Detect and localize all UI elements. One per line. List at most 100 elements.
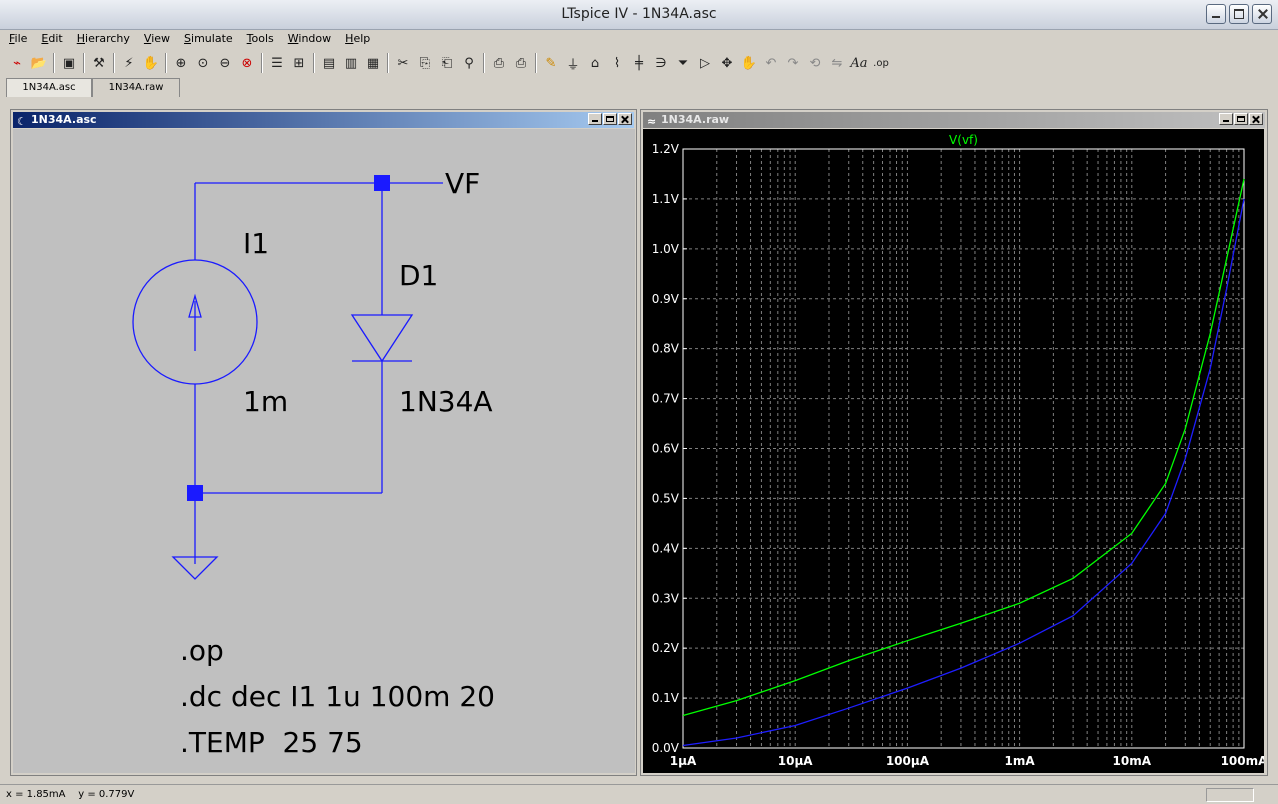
- document-tabs: 1N34A.asc 1N34A.raw: [6, 78, 180, 98]
- schematic-close-button[interactable]: [618, 113, 632, 125]
- tab-waveform[interactable]: 1N34A.raw: [92, 78, 180, 97]
- mirror-icon[interactable]: ⇋: [826, 52, 848, 74]
- menu-help[interactable]: Help: [336, 30, 375, 48]
- text-icon[interactable]: Aa: [848, 52, 870, 74]
- spice-directive-icon[interactable]: .op: [870, 52, 892, 74]
- schematic-maximize-button[interactable]: [603, 113, 617, 125]
- tile-horizontal-icon[interactable]: ▤: [318, 52, 340, 74]
- menu-window[interactable]: Window: [279, 30, 336, 48]
- y-tick-label: 0.3V: [652, 591, 680, 605]
- toolbar: ⌁ 📂 ▣ ⚒ ⚡ ✋ ⊕ ⊙ ⊖ ⊗ ☰ ⊞ ▤ ▥ ▦ ✂ ⎘ ⎗ ⚲ ⎙ …: [6, 50, 892, 76]
- y-tick-label: 0.1V: [652, 691, 680, 705]
- schematic-icon: ☾: [17, 115, 27, 128]
- zoom-in-icon[interactable]: ⊕: [170, 52, 192, 74]
- schematic-canvas[interactable]: VF I1 1m D1 1N34A .op .dc dec I1 1u 100m…: [13, 129, 635, 773]
- move-icon[interactable]: ✥: [716, 52, 738, 74]
- x-tick-label: 10µA: [778, 754, 814, 768]
- menu-tools[interactable]: Tools: [238, 30, 279, 48]
- junction-top: [374, 175, 390, 191]
- trace-label: V(vf): [949, 133, 978, 147]
- pan-icon[interactable]: ⊙: [192, 52, 214, 74]
- x-tick-label: 1µA: [670, 754, 697, 768]
- x-tick-label: 10mA: [1113, 754, 1152, 768]
- source-name-label[interactable]: I1: [243, 227, 269, 260]
- directive-op[interactable]: .op: [180, 634, 224, 667]
- diode-symbol: [350, 314, 414, 363]
- schematic-minimize-button[interactable]: [588, 113, 602, 125]
- window-title: LTspice IV - 1N34A.asc: [561, 6, 717, 22]
- inductor-icon[interactable]: ∋: [650, 52, 672, 74]
- draw-wire-icon[interactable]: ✎: [540, 52, 562, 74]
- control-panel-icon[interactable]: ⚒: [88, 52, 110, 74]
- net-label-vf[interactable]: VF: [445, 167, 480, 200]
- y-tick-label: 1.2V: [652, 142, 680, 156]
- component-icon[interactable]: ▷: [694, 52, 716, 74]
- menu-simulate[interactable]: Simulate: [175, 30, 238, 48]
- waveform-plot-area[interactable]: 0.0V 0.1V 0.2V 0.3V 0.4V 0.5V 0.6V 0.7V 0.8V 0.9V…: [643, 129, 1268, 773]
- waveform-close-button[interactable]: [1249, 113, 1263, 125]
- trace-line-1: [682, 198, 1245, 747]
- minimize-button[interactable]: [1206, 4, 1226, 24]
- rotate-icon[interactable]: ⟲: [804, 52, 826, 74]
- y-tick-label: 0.4V: [652, 541, 680, 555]
- diode-icon[interactable]: ⏷: [672, 52, 694, 74]
- waveform-icon: ≈: [647, 115, 657, 128]
- waveform-chart: 0.0V 0.1V 0.2V 0.3V 0.4V 0.5V 0.6V 0.7V 0.8V 0.9V…: [652, 133, 1268, 768]
- schematic-window: ☾ 1N34A.asc VF I1 1m D1 1N34A .op .dc de…: [10, 109, 637, 776]
- diode-name-label[interactable]: D1: [399, 259, 438, 292]
- waveform-window: ≈ 1N34A.raw 0.0V 0.1V 0.2V 0.3V 0.4V 0.5V 0.6V…: [640, 109, 1268, 776]
- maximize-button[interactable]: [1229, 4, 1249, 24]
- run-icon[interactable]: ⚡: [118, 52, 140, 74]
- y-tick-label: 1.1V: [652, 192, 680, 206]
- status-field: [1206, 788, 1254, 802]
- print-icon[interactable]: ⎙: [510, 52, 532, 74]
- copy-icon[interactable]: ⎘: [414, 52, 436, 74]
- redo-icon[interactable]: ↷: [782, 52, 804, 74]
- cut-icon[interactable]: ✂: [392, 52, 414, 74]
- diode-model-label[interactable]: 1N34A: [399, 385, 493, 418]
- zoom-out-icon[interactable]: ⊖: [214, 52, 236, 74]
- trace-line-0: [682, 178, 1245, 717]
- resistor-icon[interactable]: ⌇: [606, 52, 628, 74]
- grid-icon[interactable]: ⊞: [288, 52, 310, 74]
- y-tick-label: 0.0V: [652, 741, 680, 755]
- y-tick-label: 0.8V: [652, 342, 680, 356]
- status-bar: x = 1.85mA y = 0.779V: [0, 784, 1278, 804]
- tab-schematic[interactable]: 1N34A.asc: [6, 78, 92, 97]
- waveform-minimize-button[interactable]: [1219, 113, 1233, 125]
- menu-file[interactable]: File: [0, 30, 32, 48]
- directive-dc[interactable]: .dc dec I1 1u 100m 20: [180, 680, 495, 713]
- source-value-label[interactable]: 1m: [243, 385, 288, 418]
- find-icon[interactable]: ⚲: [458, 52, 480, 74]
- menu-edit[interactable]: Edit: [32, 30, 67, 48]
- cascade-icon[interactable]: ▥: [340, 52, 362, 74]
- title-bar: LTspice IV - 1N34A.asc: [0, 0, 1278, 30]
- undo-icon[interactable]: ↶: [760, 52, 782, 74]
- open-icon[interactable]: 📂: [28, 52, 50, 74]
- halt-icon[interactable]: ✋: [140, 52, 162, 74]
- junction-bottom: [187, 485, 203, 501]
- tile-vertical-icon[interactable]: ▦: [362, 52, 384, 74]
- x-tick-label: 1mA: [1005, 754, 1036, 768]
- schematic-title-bar: ☾ 1N34A.asc: [13, 112, 634, 128]
- waveform-maximize-button[interactable]: [1234, 113, 1248, 125]
- x-tick-label: 100mA: [1221, 754, 1264, 768]
- zoom-fit-icon[interactable]: ⊗: [236, 52, 258, 74]
- autorange-icon[interactable]: ☰: [266, 52, 288, 74]
- directive-temp[interactable]: .TEMP 25 75: [180, 726, 363, 759]
- save-icon[interactable]: ▣: [58, 52, 80, 74]
- new-schematic-icon[interactable]: ⌁: [6, 52, 28, 74]
- ground-icon[interactable]: ⏚: [562, 52, 584, 74]
- close-button[interactable]: [1252, 4, 1272, 24]
- menu-hierarchy[interactable]: Hierarchy: [68, 30, 135, 48]
- capacitor-icon[interactable]: ╪: [628, 52, 650, 74]
- menu-view[interactable]: View: [135, 30, 175, 48]
- cursor-readout: x = 1.85mA y = 0.779V: [6, 789, 135, 800]
- waveform-title-bar: ≈ 1N34A.raw: [643, 112, 1265, 128]
- print-setup-icon[interactable]: ⎙: [488, 52, 510, 74]
- label-net-icon[interactable]: ⌂: [584, 52, 606, 74]
- paste-icon[interactable]: ⎗: [436, 52, 458, 74]
- y-tick-label: 0.5V: [652, 491, 680, 505]
- y-tick-label: 0.9V: [652, 292, 680, 306]
- drag-icon[interactable]: ✋: [738, 52, 760, 74]
